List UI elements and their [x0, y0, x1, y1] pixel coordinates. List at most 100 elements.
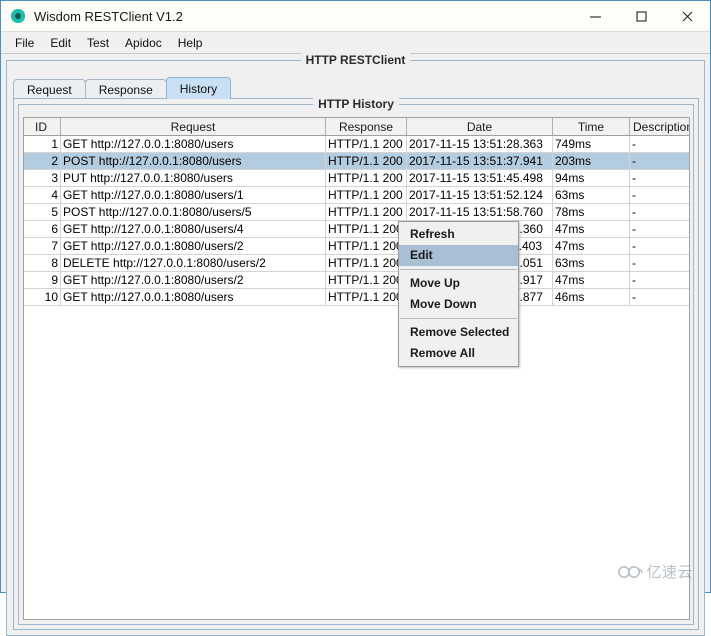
cell-description: -: [629, 152, 689, 170]
tab-response[interactable]: Response: [84, 79, 167, 99]
table-row[interactable]: 4 GET http://127.0.0.1:8080/users/1 HTTP/1…: [24, 186, 689, 204]
cell-time: 78ms: [552, 203, 630, 221]
table-row[interactable]: 8 DELETE http://127.0.0.1:8080/users/2 HTT…: [24, 254, 689, 272]
cell-description: -: [629, 203, 689, 221]
cell-request: GET http://127.0.0.1:8080/users/1: [60, 186, 326, 204]
restclient-panel: HTTP RESTClient Request Response History…: [6, 53, 705, 636]
cell-description: -: [629, 288, 689, 306]
cell-request: GET http://127.0.0.1:8080/users: [60, 288, 326, 306]
cell-response: HTTP/1.1 200: [325, 220, 407, 238]
tab-strip: Request Response History: [13, 77, 232, 99]
cell-date: 2017-11-15 13:51:52.124: [406, 186, 553, 204]
column-header-request[interactable]: Request: [60, 118, 326, 136]
cell-description: -: [629, 135, 689, 153]
cell-response: HTTP/1.1 200: [325, 135, 407, 153]
cell-request: GET http://127.0.0.1:8080/users: [60, 135, 326, 153]
window-title: Wisdom RESTClient V1.2: [34, 8, 183, 24]
table-empty-area[interactable]: [24, 306, 689, 619]
table-row[interactable]: 9 GET http://127.0.0.1:8080/users/2 HTTP/1…: [24, 271, 689, 289]
cell-time: 47ms: [552, 237, 630, 255]
tab-request-label: Request: [27, 82, 72, 97]
context-menu-item-move-up[interactable]: Move Up: [399, 273, 518, 294]
cell-description: -: [629, 254, 689, 272]
content-area: HTTP RESTClient Request Response History…: [1, 53, 710, 636]
cell-description: -: [629, 186, 689, 204]
cell-id: 7: [24, 237, 61, 255]
tab-response-label: Response: [98, 82, 153, 97]
restclient-panel-title: HTTP RESTClient: [300, 53, 411, 67]
table-row[interactable]: 10 GET http://127.0.0.1:8080/users HTTP/1.…: [24, 288, 689, 306]
menu-item-test[interactable]: Test: [79, 34, 117, 52]
menu-bar: File Edit Test Apidoc Help: [1, 32, 710, 54]
cell-time: 46ms: [552, 288, 630, 306]
context-menu-item-edit[interactable]: Edit: [399, 245, 518, 266]
cell-time: 94ms: [552, 169, 630, 187]
table-row[interactable]: 5 POST http://127.0.0.1:8080/users/5 HTTP/…: [24, 203, 689, 221]
cell-date: 2017-11-15 13:51:37.941: [406, 152, 553, 170]
table-row[interactable]: 3 PUT http://127.0.0.1:8080/users HTTP/1.1…: [24, 169, 689, 187]
context-menu-item-remove-selected[interactable]: Remove Selected: [399, 322, 518, 343]
cell-response: HTTP/1.1 200: [325, 186, 407, 204]
column-header-time[interactable]: Time: [552, 118, 630, 136]
table-row[interactable]: 7 GET http://127.0.0.1:8080/users/2 HTTP/1…: [24, 237, 689, 255]
cell-response: HTTP/1.1 200: [325, 271, 407, 289]
menu-item-edit[interactable]: Edit: [42, 34, 79, 52]
history-panel: HTTP History ID Request Response Date Ti…: [18, 97, 694, 625]
cell-time: 749ms: [552, 135, 630, 153]
cell-request: GET http://127.0.0.1:8080/users/2: [60, 237, 326, 255]
maximize-icon[interactable]: [618, 1, 664, 31]
context-menu-item-move-down[interactable]: Move Down: [399, 294, 518, 315]
table-row[interactable]: 2 POST http://127.0.0.1:8080/users HTTP/1.…: [24, 152, 689, 170]
tab-history[interactable]: History: [165, 77, 232, 99]
table-row[interactable]: 6 GET http://127.0.0.1:8080/users/4 HTTP/1…: [24, 220, 689, 238]
history-table: ID Request Response Date Time Descriptio…: [24, 118, 689, 306]
cell-date: 2017-11-15 13:51:58.760: [406, 203, 553, 221]
menu-item-help[interactable]: Help: [170, 34, 211, 52]
cell-description: -: [629, 237, 689, 255]
cell-response: HTTP/1.1 200: [325, 254, 407, 272]
cell-date: 2017-11-15 13:51:28.363: [406, 135, 553, 153]
application-window: Wisdom RESTClient V1.2 File Edit Test Ap…: [0, 0, 711, 636]
cell-id: 5: [24, 203, 61, 221]
history-table-scrollpane[interactable]: ID Request Response Date Time Descriptio…: [23, 117, 690, 620]
context-menu-item-refresh[interactable]: Refresh: [399, 224, 518, 245]
cell-request: GET http://127.0.0.1:8080/users/2: [60, 271, 326, 289]
cell-response: HTTP/1.1 200: [325, 169, 407, 187]
cell-description: -: [629, 271, 689, 289]
menu-item-file[interactable]: File: [7, 34, 42, 52]
tab-history-label: History: [179, 81, 218, 96]
menu-item-apidoc[interactable]: Apidoc: [117, 34, 170, 52]
column-header-date[interactable]: Date: [406, 118, 553, 136]
context-menu-separator: [400, 318, 517, 319]
cell-time: 47ms: [552, 220, 630, 238]
history-panel-title: HTTP History: [313, 97, 399, 111]
context-menu-item-remove-all[interactable]: Remove All: [399, 343, 518, 364]
column-header-id[interactable]: ID: [24, 118, 61, 136]
tab-request[interactable]: Request: [13, 79, 86, 99]
app-icon: [11, 9, 25, 23]
cell-time: 63ms: [552, 254, 630, 272]
watermark: 亿速云: [617, 561, 693, 582]
minimize-icon[interactable]: [572, 1, 618, 31]
cell-time: 47ms: [552, 271, 630, 289]
history-table-body: 1 GET http://127.0.0.1:8080/users HTTP/1.1…: [24, 135, 689, 306]
cloud-icon: [618, 565, 644, 578]
cell-response: HTTP/1.1 200: [325, 152, 407, 170]
cell-request: DELETE http://127.0.0.1:8080/users/2: [60, 254, 326, 272]
cell-id: 4: [24, 186, 61, 204]
cell-id: 6: [24, 220, 61, 238]
table-row[interactable]: 1 GET http://127.0.0.1:8080/users HTTP/1.1…: [24, 135, 689, 153]
cell-id: 10: [24, 288, 61, 306]
close-icon[interactable]: [664, 1, 710, 31]
cell-response: HTTP/1.1 200: [325, 203, 407, 221]
cell-request: PUT http://127.0.0.1:8080/users: [60, 169, 326, 187]
context-menu-separator: [400, 269, 517, 270]
column-header-description[interactable]: Description: [629, 118, 689, 136]
column-header-response[interactable]: Response: [325, 118, 407, 136]
cell-time: 63ms: [552, 186, 630, 204]
cell-request: POST http://127.0.0.1:8080/users: [60, 152, 326, 170]
cell-request: POST http://127.0.0.1:8080/users/5: [60, 203, 326, 221]
watermark-text: 亿速云: [646, 564, 693, 581]
cell-description: -: [629, 220, 689, 238]
table-header-row: ID Request Response Date Time Descriptio…: [24, 118, 689, 136]
